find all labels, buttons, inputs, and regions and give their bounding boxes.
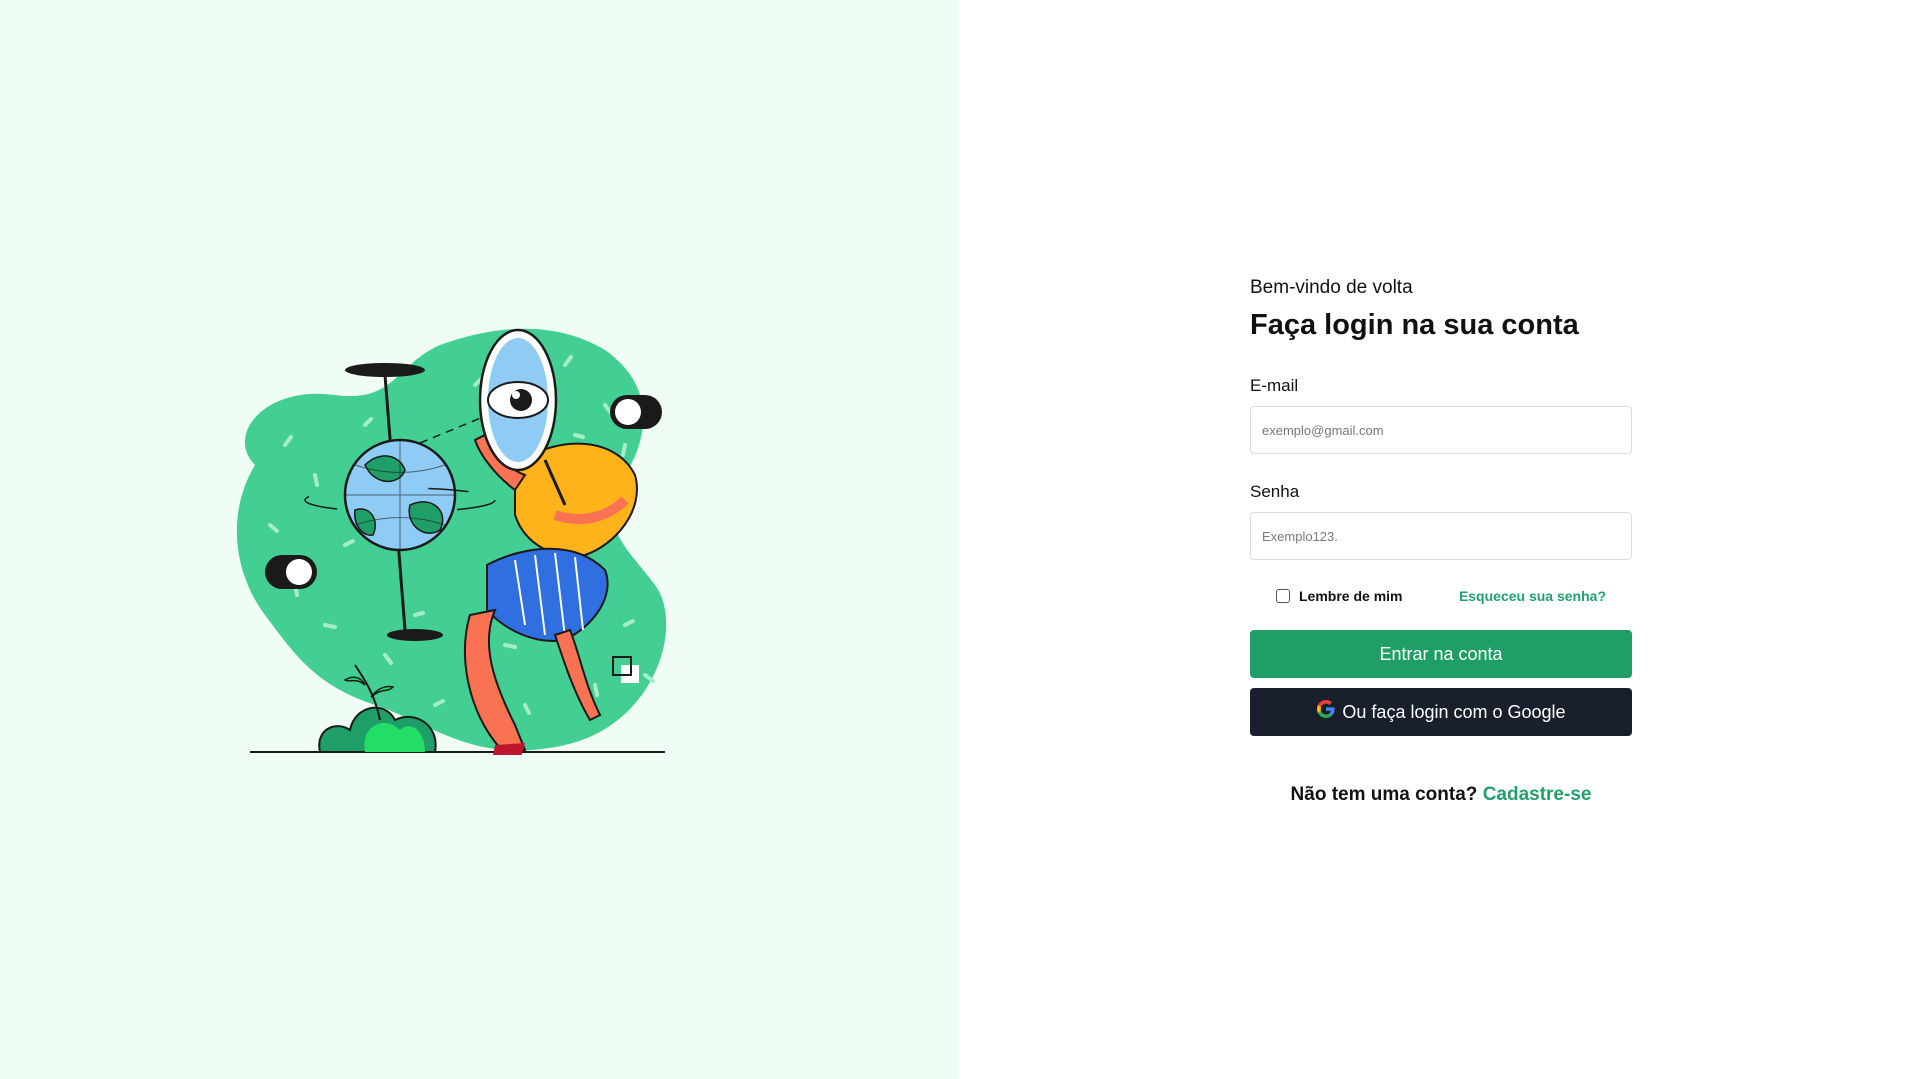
login-button[interactable]: Entrar na conta — [1250, 630, 1632, 678]
form-panel: Bem-vindo de volta Faça login na sua con… — [959, 0, 1919, 1079]
signup-row: Não tem uma conta? Cadastre-se — [1250, 784, 1632, 806]
password-label: Senha — [1250, 482, 1300, 501]
no-account-text: Não tem uma conta? — [1290, 784, 1483, 805]
options-row: Lembre de mim Esqueceu sua senha? — [1250, 586, 1632, 606]
remember-checkbox[interactable] — [1276, 589, 1290, 603]
google-login-button[interactable]: Ou faça login com o Google — [1250, 688, 1632, 736]
bottom-disc — [387, 629, 443, 641]
login-page: Bem-vindo de volta Faça login na sua con… — [0, 0, 1919, 1079]
page-title: Faça login na sua conta — [1250, 309, 1579, 341]
remember-me[interactable]: Lembre de mim — [1276, 588, 1402, 604]
remember-label: Lembre de mim — [1299, 588, 1403, 604]
password-field[interactable] — [1250, 512, 1632, 560]
top-disc — [345, 363, 425, 377]
hero-illustration — [236, 328, 667, 755]
email-label: E-mail — [1250, 376, 1299, 395]
login-form: Bem-vindo de volta Faça login na sua con… — [1250, 274, 1632, 806]
email-field[interactable] — [1250, 406, 1632, 454]
forgot-password-link[interactable]: Esqueceu sua senha? — [1459, 588, 1606, 604]
hero-panel — [0, 0, 959, 1079]
welcome-text: Bem-vindo de volta — [1250, 277, 1413, 298]
signup-link[interactable]: Cadastre-se — [1483, 784, 1592, 805]
google-button-label: Ou faça login com o Google — [1342, 701, 1566, 722]
google-g-icon — [1317, 700, 1336, 718]
